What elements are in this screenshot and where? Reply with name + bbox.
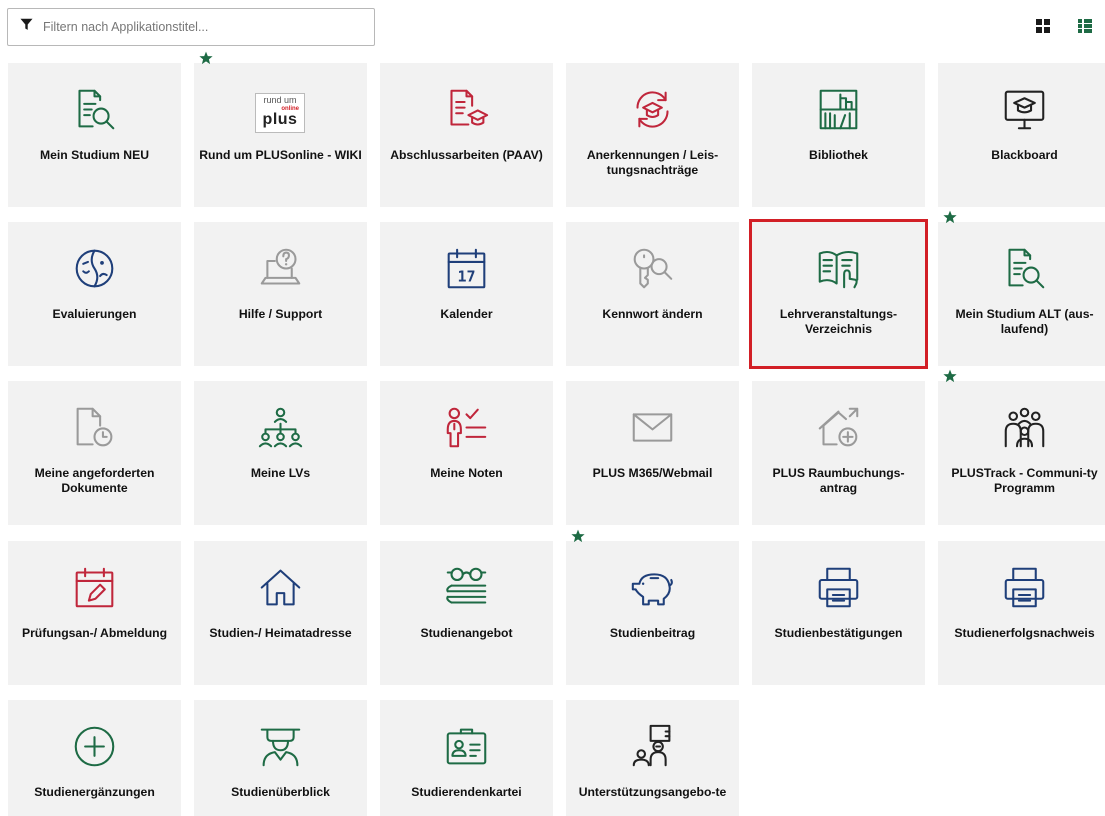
library-icon xyxy=(816,87,861,132)
app-tile[interactable]: Meine LVs xyxy=(194,381,367,525)
tile-label: Studienbestätigungen xyxy=(774,626,903,640)
monitor-graduation-icon xyxy=(1002,87,1047,132)
grid-view-icon xyxy=(1036,19,1050,33)
document-graduation-icon xyxy=(444,87,489,132)
community-icon xyxy=(1002,405,1047,450)
list-view-button[interactable] xyxy=(1077,18,1093,34)
laptop-help-icon xyxy=(258,246,303,291)
app-tile[interactable]: Studierendenkartei xyxy=(380,700,553,816)
filter-icon xyxy=(20,18,33,36)
app-tile[interactable]: Studienerfolgsnachweis xyxy=(938,541,1105,685)
circle-plus-icon xyxy=(72,724,117,769)
tile-label: Bibliothek xyxy=(809,148,868,162)
document-clock-icon xyxy=(72,405,117,450)
app-tile[interactable]: Blackboard xyxy=(938,63,1105,207)
tile-label: Blackboard xyxy=(991,148,1058,162)
tile-label: Abschlussarbeiten (PAAV) xyxy=(390,148,543,162)
home-icon xyxy=(258,565,303,610)
tile-label: Rund um PLUSonline - WIKI xyxy=(199,148,362,162)
favorite-star-icon xyxy=(943,369,957,383)
piggy-bank-icon xyxy=(630,565,675,610)
app-tile[interactable]: rund um online plus Rund um PLUSonline - WI… xyxy=(194,51,367,207)
app-tile[interactable]: Studienergänzungen xyxy=(8,700,181,816)
tile-label: Anerkennungen / Leis-tungsnachträge xyxy=(586,148,719,177)
tile-label: Lehrveranstaltungs-Verzeichnis xyxy=(779,307,898,336)
people-hierarchy-icon xyxy=(258,405,303,450)
tile-label: Studien-/ Heimatadresse xyxy=(209,626,352,640)
id-card-icon xyxy=(444,724,489,769)
app-tile[interactable]: Meine Noten xyxy=(380,381,553,525)
tile-label: Meine LVs xyxy=(250,466,311,480)
app-tile[interactable]: PLUSTrack - Communi-ty Programm xyxy=(938,369,1105,525)
support-person-icon xyxy=(630,724,675,769)
calendar-edit-icon xyxy=(72,565,117,610)
tile-label: Studienerfolgsnachweis xyxy=(954,626,1095,640)
printer-icon xyxy=(816,565,861,610)
tile-label: PLUS M365/Webmail xyxy=(592,466,713,480)
tile-label: PLUS Raumbuchungs-antrag xyxy=(772,466,905,495)
app-tile[interactable]: 17 Kalender xyxy=(380,222,553,366)
app-tile[interactable]: Lehrveranstaltungs-Verzeichnis xyxy=(749,219,928,369)
mail-icon xyxy=(630,405,675,450)
favorite-star-icon xyxy=(571,529,585,543)
graduate-person-icon xyxy=(258,724,303,769)
tile-label: Meine Noten xyxy=(430,466,503,480)
tile-label: Studienbeitrag xyxy=(609,626,696,640)
tile-label: Kalender xyxy=(440,307,493,321)
app-tile[interactable]: PLUS Raumbuchungs-antrag xyxy=(752,381,925,525)
house-add-icon xyxy=(816,405,861,450)
app-tile[interactable]: Studienbestätigungen xyxy=(752,541,925,685)
filter-input[interactable] xyxy=(43,12,373,42)
app-tile[interactable]: Mein Studium ALT (aus-laufend) xyxy=(938,210,1105,366)
calendar-icon: 17 xyxy=(444,246,489,291)
tile-label: Studienüberblick xyxy=(231,785,330,799)
tile-label: Kennwort ändern xyxy=(602,307,703,321)
tile-label: Studierendenkartei xyxy=(411,785,522,799)
app-tile[interactable]: PLUS M365/Webmail xyxy=(566,381,739,525)
book-pointer-icon xyxy=(816,246,861,291)
logo-line-plus: plus xyxy=(262,111,298,128)
favorite-star-icon xyxy=(943,210,957,224)
app-tile[interactable]: Bibliothek xyxy=(752,63,925,207)
plus-online-logo: rund um online plus xyxy=(255,93,305,133)
logo-line-top: rund um xyxy=(263,95,297,105)
list-view-icon xyxy=(1078,19,1092,33)
app-tile[interactable]: Studienüberblick xyxy=(194,700,367,816)
filter-box[interactable] xyxy=(7,8,375,46)
app-tile[interactable]: Hilfe / Support xyxy=(194,222,367,366)
tile-label: Unterstützungsangebo-te xyxy=(578,785,727,799)
app-tile[interactable]: Studienangebot xyxy=(380,541,553,685)
document-search-icon xyxy=(1002,246,1047,291)
app-tile[interactable]: Anerkennungen / Leis-tungsnachträge xyxy=(566,63,739,207)
person-checklist-icon xyxy=(444,405,489,450)
app-tile[interactable]: Mein Studium NEU xyxy=(8,63,181,207)
tile-label: PLUSTrack - Communi-ty Programm xyxy=(951,466,1098,495)
evaluation-face-icon xyxy=(72,246,117,291)
app-tile[interactable]: Studien-/ Heimatadresse xyxy=(194,541,367,685)
tile-label: Meine angeforderten Dokumente xyxy=(34,466,155,495)
app-tile[interactable]: Kennwort ändern xyxy=(566,222,739,366)
app-tile[interactable]: Unterstützungsangebo-te xyxy=(566,700,739,816)
graduation-cycle-icon xyxy=(630,87,675,132)
printer-icon xyxy=(1002,565,1047,610)
tile-label: Hilfe / Support xyxy=(238,307,323,321)
tile-label: Studienangebot xyxy=(420,626,513,640)
grid-view-button[interactable] xyxy=(1035,18,1051,34)
favorite-star-icon xyxy=(199,51,213,65)
app-tile[interactable]: Evaluierungen xyxy=(8,222,181,366)
app-tile[interactable]: Studienbeitrag xyxy=(566,529,739,685)
app-tile[interactable]: Abschlussarbeiten (PAAV) xyxy=(380,63,553,207)
calendar-day: 17 xyxy=(457,268,475,286)
app-tile[interactable]: Prüfungsan-/ Abmeldung xyxy=(8,541,181,685)
document-search-icon xyxy=(72,87,117,132)
tile-label: Evaluierungen xyxy=(52,307,137,321)
tile-label: Mein Studium ALT (aus-laufend) xyxy=(955,307,1094,336)
tile-label: Mein Studium NEU xyxy=(39,148,149,162)
key-search-icon xyxy=(630,246,675,291)
glasses-books-icon xyxy=(444,565,489,610)
app-tile[interactable]: Meine angeforderten Dokumente xyxy=(8,381,181,525)
tile-label: Prüfungsan-/ Abmeldung xyxy=(21,626,168,640)
tile-label: Studienergänzungen xyxy=(34,785,155,799)
